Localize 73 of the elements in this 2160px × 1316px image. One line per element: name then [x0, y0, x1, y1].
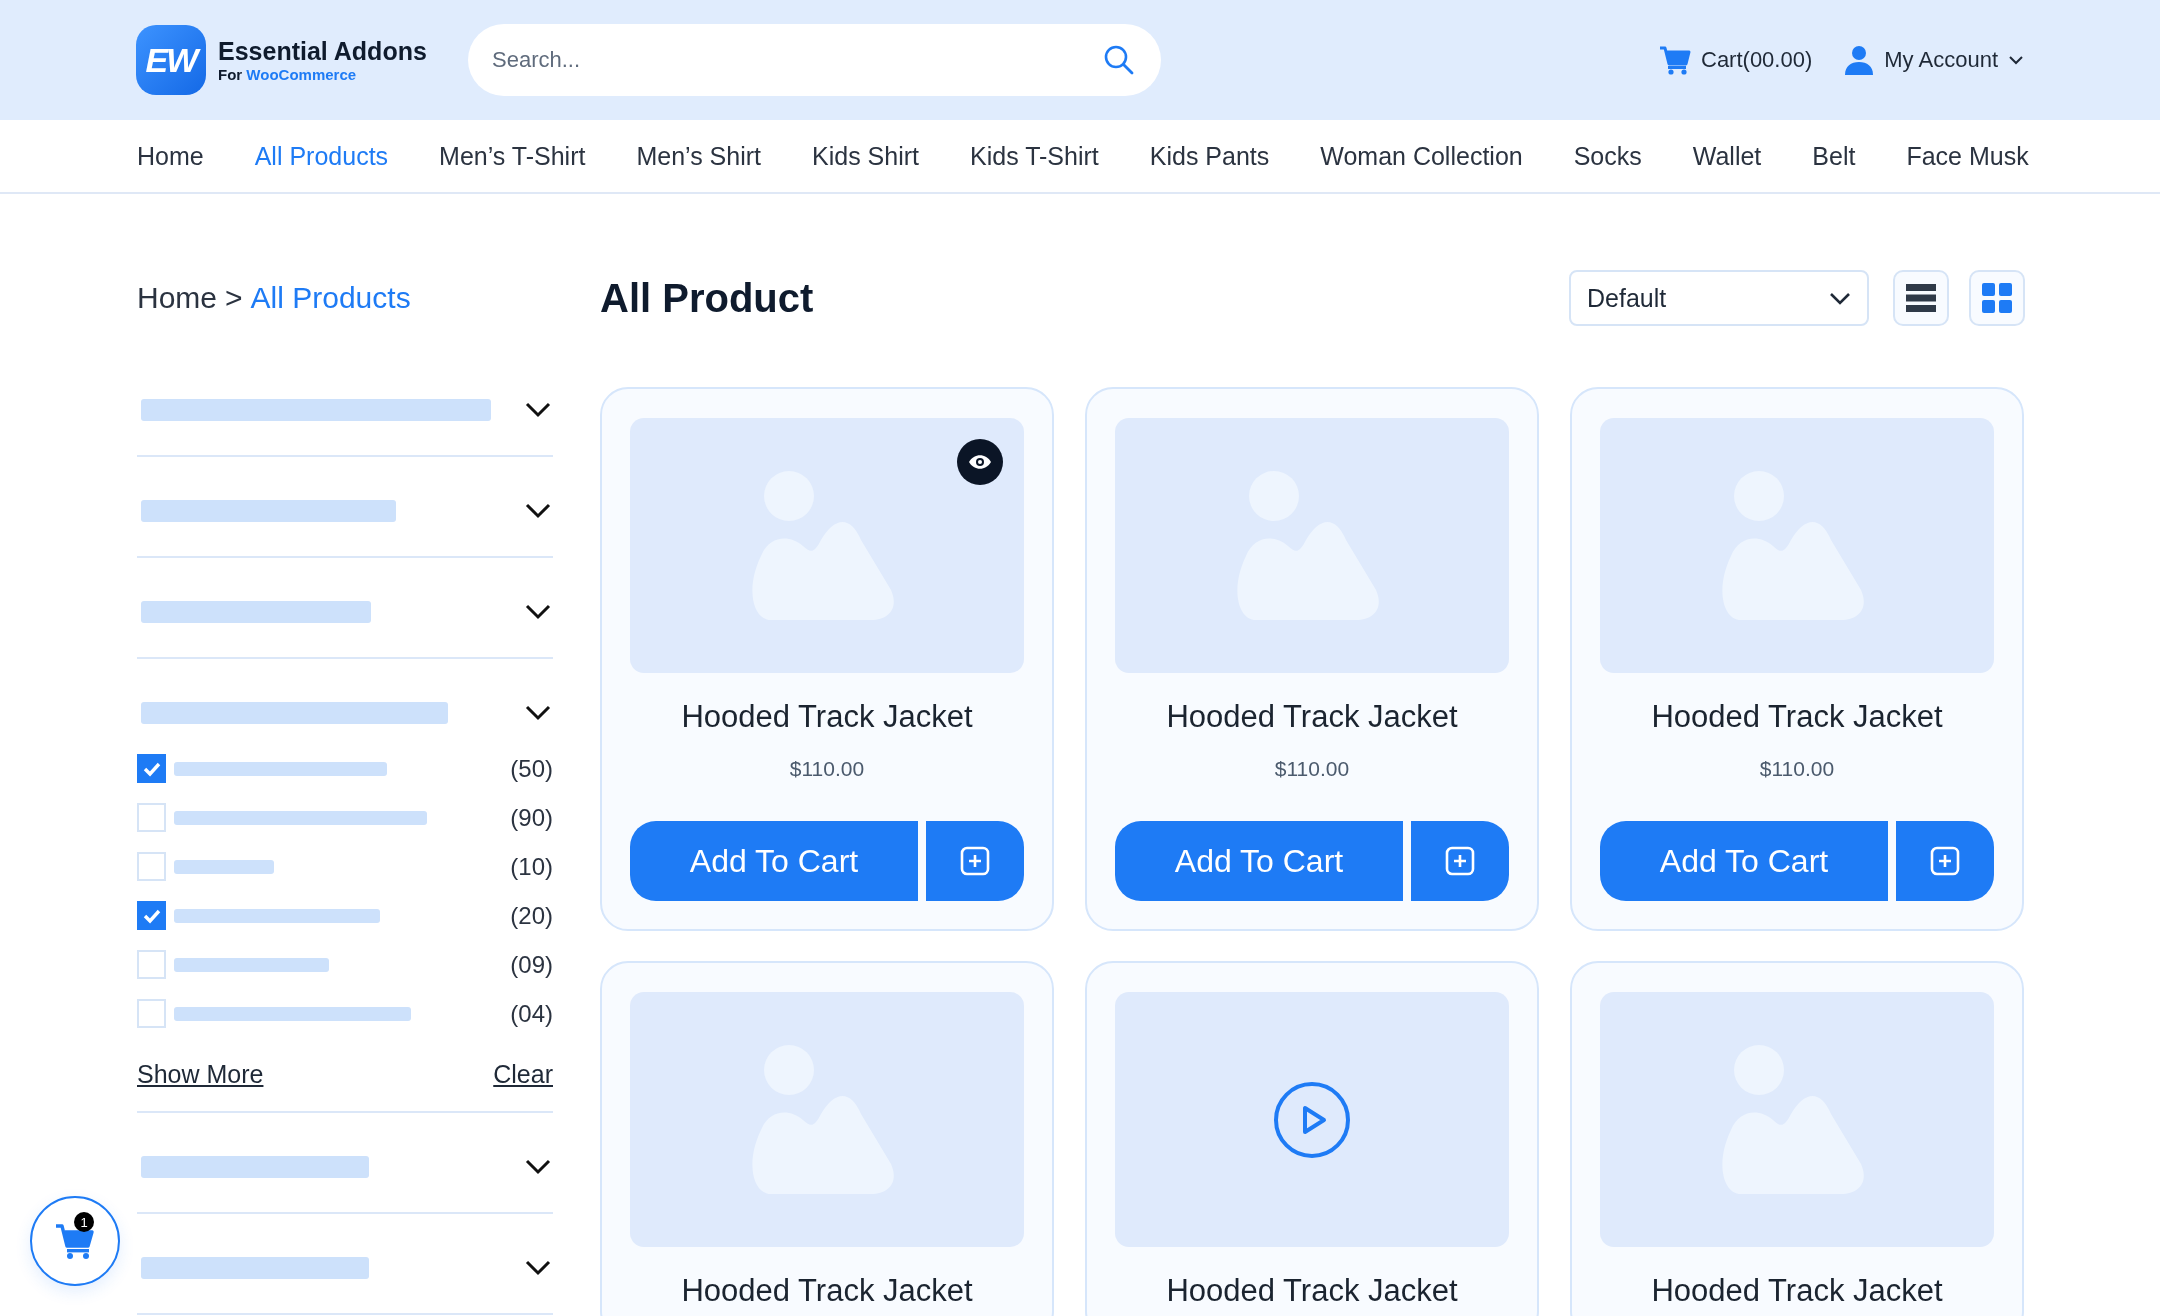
chevron-down-icon — [525, 503, 551, 519]
checkbox[interactable] — [137, 754, 166, 783]
option-count: (50) — [510, 754, 553, 783]
grid-icon — [1982, 283, 2012, 313]
nav-link[interactable]: All Products — [254, 141, 389, 171]
add-button[interactable] — [1896, 821, 1994, 901]
add-button[interactable] — [1411, 821, 1509, 901]
add-to-cart-button[interactable]: Add To Cart — [1115, 821, 1403, 901]
nav-link[interactable]: Belt — [1812, 141, 1856, 171]
cart-icon — [1659, 45, 1691, 75]
play-icon[interactable] — [1273, 1080, 1351, 1159]
chevron-down-icon — [525, 1159, 551, 1175]
chevron-down-icon — [525, 1260, 551, 1276]
nav-link[interactable]: Socks — [1573, 141, 1642, 171]
product-title: Hooded Track Jacket — [1651, 699, 1943, 735]
cart-link[interactable]: Cart(00.00) — [1659, 45, 1813, 75]
checkbox[interactable] — [137, 901, 166, 930]
logo-mark: EW — [136, 25, 206, 95]
option-count: (20) — [510, 901, 553, 930]
nav-link[interactable]: Men’s T-Shirt — [439, 141, 586, 171]
list-view-button[interactable] — [1893, 270, 1949, 326]
plus-square-icon — [960, 846, 990, 876]
product-title: Hooded Track Jacket — [681, 1273, 973, 1309]
product-title: Hooded Track Jacket — [681, 699, 973, 735]
product-price: $110.00 — [1759, 757, 1835, 781]
breadcrumb-link[interactable]: Home — [137, 281, 218, 315]
list-icon — [1906, 283, 1936, 313]
product-price: $110.00 — [1274, 757, 1350, 781]
brand-tagline: For WooCommerce — [218, 66, 358, 83]
check-icon — [141, 907, 162, 924]
breadcrumb-separator: > — [225, 281, 243, 315]
chevron-down-icon — [2008, 55, 2024, 65]
search-field[interactable]: Search... — [468, 24, 1161, 96]
chevron-down-icon — [525, 402, 551, 418]
add-to-cart-button[interactable]: Add To Cart — [630, 821, 918, 901]
quick-view-button[interactable] — [957, 439, 1003, 485]
option-count: (04) — [510, 999, 553, 1028]
show-more-link[interactable]: Show More — [137, 1060, 264, 1089]
option-count: (09) — [510, 950, 553, 979]
breadcrumb-current[interactable]: All Products — [250, 281, 411, 315]
user-icon — [1844, 45, 1875, 75]
nav-link[interactable]: Kids T-Shirt — [970, 141, 1099, 171]
option-count: (10) — [510, 852, 553, 881]
plus-square-icon — [1445, 846, 1475, 876]
add-button[interactable] — [926, 821, 1024, 901]
check-icon — [141, 760, 162, 777]
page-title: All Product — [600, 275, 815, 321]
floating-cart-button[interactable]: 1 — [30, 1196, 120, 1286]
nav-link[interactable]: Men’s Shirt — [636, 141, 762, 171]
search-icon — [1103, 44, 1135, 76]
sort-dropdown[interactable]: Default — [1569, 270, 1869, 326]
eye-icon — [968, 454, 992, 470]
cart-count-badge: 1 — [74, 1212, 94, 1232]
product-title: Hooded Track Jacket — [1166, 699, 1458, 735]
nav-link[interactable]: Woman Collection — [1320, 141, 1523, 171]
product-title: Hooded Track Jacket — [1166, 1273, 1458, 1309]
grid-view-button[interactable] — [1969, 270, 2025, 326]
add-to-cart-button[interactable]: Add To Cart — [1600, 821, 1888, 901]
nav-link[interactable]: Wallet — [1692, 141, 1762, 171]
chevron-down-icon — [525, 705, 551, 721]
nav-link[interactable]: Kids Pants — [1149, 141, 1270, 171]
brand-name: Essential Addons — [218, 37, 427, 66]
product-price: $110.00 — [789, 757, 865, 781]
nav-link[interactable]: Face Musk — [1906, 141, 2029, 171]
chevron-down-icon — [525, 604, 551, 620]
option-count: (90) — [510, 803, 553, 832]
nav-link[interactable]: Home — [137, 141, 204, 171]
account-menu[interactable]: My Account — [1844, 45, 2024, 75]
product-title: Hooded Track Jacket — [1651, 1273, 1943, 1309]
plus-square-icon — [1930, 846, 1960, 876]
nav-link[interactable]: Kids Shirt — [812, 141, 919, 171]
chevron-down-icon — [1829, 291, 1851, 305]
clear-link[interactable]: Clear — [493, 1060, 553, 1089]
